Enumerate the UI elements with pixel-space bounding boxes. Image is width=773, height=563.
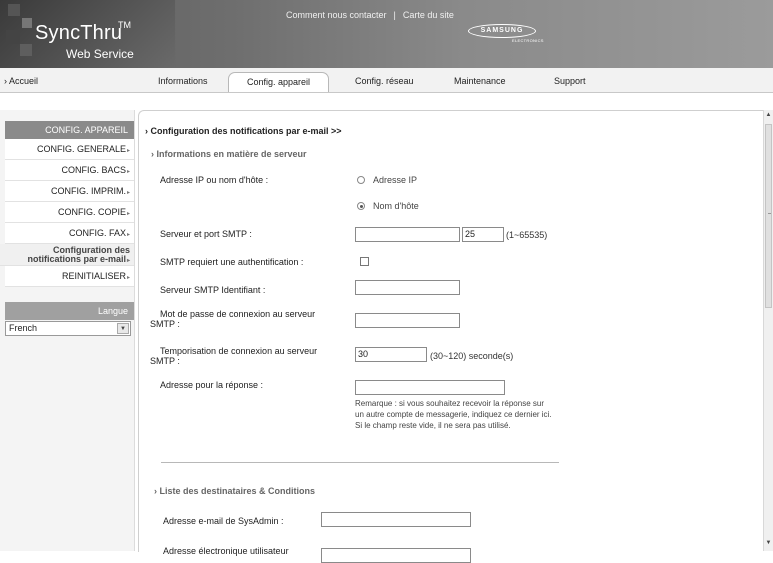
contact-link[interactable]: Comment nous contacter <box>286 10 387 20</box>
arrow-right-icon: ▸ <box>126 258 130 264</box>
server-section-text: Informations en matière de serveur <box>156 149 307 159</box>
arrow-right-icon: ▸ <box>126 232 130 238</box>
timeout-input[interactable]: 30 <box>355 347 427 362</box>
radio-ip-address[interactable] <box>357 176 365 184</box>
auth-checkbox[interactable] <box>360 257 369 266</box>
smtp-label: Serveur et port SMTP : <box>160 229 252 239</box>
header-banner: SyncThru TM Web Service Comment nous con… <box>0 0 773 68</box>
logo-tile <box>22 18 32 28</box>
tab-maintenance[interactable]: Maintenance <box>454 76 506 86</box>
tab-informations[interactable]: Informations <box>158 76 208 86</box>
tab-config-appareil[interactable]: Config. appareil <box>228 72 330 92</box>
sidebar-item-reinitialiser[interactable]: REINITIALISER▸ <box>5 266 134 287</box>
sidebar-item-config-imprim[interactable]: CONFIG. IMPRIM.▸ <box>5 181 134 202</box>
samsung-logo-sub: ELECTRONICS <box>512 38 544 43</box>
logo-tile <box>20 44 32 56</box>
sidebar-item-config-generale[interactable]: CONFIG. GENERALE▸ <box>5 139 134 160</box>
user-email-input[interactable] <box>321 548 471 563</box>
vertical-scrollbar[interactable]: ▲ ▼ <box>763 110 773 551</box>
brand-name: SyncThru <box>35 22 123 44</box>
sysadmin-label: Adresse e-mail de SysAdmin : <box>163 516 284 526</box>
radio-hostname[interactable] <box>357 202 365 210</box>
arrow-right-icon: ▸ <box>126 148 130 154</box>
sidebar-item-label: CONFIG. GENERALE <box>36 144 126 154</box>
user-email-label: Adresse électronique utilisateur <box>163 546 289 556</box>
sidebar-item-notifications-email[interactable]: Configuration des notifications par e-ma… <box>0 244 134 266</box>
page-title: › Configuration des notifications par e-… <box>145 126 342 136</box>
smtp-server-input[interactable] <box>355 227 460 242</box>
language-title: Langue <box>5 302 134 320</box>
sidebar: CONFIG. APPAREIL CONFIG. GENERALE▸ CONFI… <box>0 110 135 551</box>
sitemap-link[interactable]: Carte du site <box>403 10 454 20</box>
server-section-title: › Informations en matière de serveur <box>151 149 307 159</box>
arrow-right-icon: ▸ <box>126 190 130 196</box>
sysadmin-email-input[interactable] <box>321 512 471 527</box>
sidebar-item-label: Configuration des notifications par e-ma… <box>27 245 130 264</box>
radio-ip-label: Adresse IP <box>373 175 418 185</box>
recipients-section-text: Liste des destinataires & Conditions <box>159 486 316 496</box>
sidebar-item-config-fax[interactable]: CONFIG. FAX▸ <box>5 223 134 244</box>
main-panel: › Configuration des notifications par e-… <box>138 110 764 563</box>
smtp-id-label: Serveur SMTP Identifiant : <box>160 285 266 295</box>
recipients-section-title: › Liste des destinataires & Conditions <box>154 486 315 496</box>
section-divider <box>161 462 559 463</box>
link-separator: | <box>393 10 396 20</box>
language-select-value: French <box>9 323 38 333</box>
password-input[interactable] <box>355 313 460 328</box>
top-links: Comment nous contacter | Carte du site <box>286 10 454 20</box>
sidebar-item-label: CONFIG. COPIE <box>57 207 126 217</box>
reply-label: Adresse pour la réponse : <box>160 380 264 390</box>
sidebar-item-config-copie[interactable]: CONFIG. COPIE▸ <box>5 202 134 223</box>
brand-trademark: TM <box>118 20 131 30</box>
scrollbar-thumb[interactable] <box>765 124 772 308</box>
arrow-right-icon: ▸ <box>126 275 130 281</box>
tab-config-reseau[interactable]: Config. réseau <box>355 76 414 86</box>
nav-home-label: Accueil <box>9 76 39 86</box>
sidebar-item-label: CONFIG. BACS <box>61 165 126 175</box>
timeout-range: (30~120) seconde(s) <box>430 351 514 361</box>
radio-hostname-label: Nom d'hôte <box>373 201 419 211</box>
scroll-up-icon[interactable]: ▲ <box>764 112 773 122</box>
password-label: Mot de passe de connexion au serveur SMT… <box>150 309 316 329</box>
timeout-label: Temporisation de connexion au serveur SM… <box>150 346 318 366</box>
brand-subtitle: Web Service <box>66 47 134 61</box>
sidebar-item-label: REINITIALISER <box>61 271 126 281</box>
tab-support[interactable]: Support <box>554 76 586 86</box>
sidebar-item-label: CONFIG. IMPRIM. <box>50 186 126 196</box>
reply-address-input[interactable] <box>355 380 505 395</box>
chevron-down-icon[interactable]: ▼ <box>117 323 129 334</box>
reply-note: Remarque : si vous souhaitez recevoir la… <box>355 399 552 430</box>
logo-tile <box>6 30 20 44</box>
arrow-right-icon: ▸ <box>126 211 130 217</box>
auth-label: SMTP requiert une authentification : <box>160 257 304 267</box>
main-nav: › Accueil Informations Config. appareil … <box>0 68 773 93</box>
grip-icon <box>768 213 771 214</box>
nav-home-link[interactable]: › Accueil <box>4 76 38 86</box>
sidebar-item-label: CONFIG. FAX <box>68 228 126 238</box>
language-select[interactable]: French ▼ <box>5 321 131 336</box>
page-title-text: Configuration des notifications par e-ma… <box>150 126 342 136</box>
host-label: Adresse IP ou nom d'hôte : <box>160 175 269 185</box>
smtp-port-input[interactable]: 25 <box>462 227 504 242</box>
arrow-right-icon: ▸ <box>126 169 130 175</box>
sidebar-section-title: CONFIG. APPAREIL <box>5 121 134 139</box>
smtp-port-range: (1~65535) <box>506 230 548 240</box>
logo-tile <box>8 4 20 16</box>
smtp-id-input[interactable] <box>355 280 460 295</box>
samsung-logo: SAMSUNG <box>468 24 536 38</box>
scroll-down-icon[interactable]: ▼ <box>764 540 773 550</box>
sidebar-item-config-bacs[interactable]: CONFIG. BACS▸ <box>5 160 134 181</box>
